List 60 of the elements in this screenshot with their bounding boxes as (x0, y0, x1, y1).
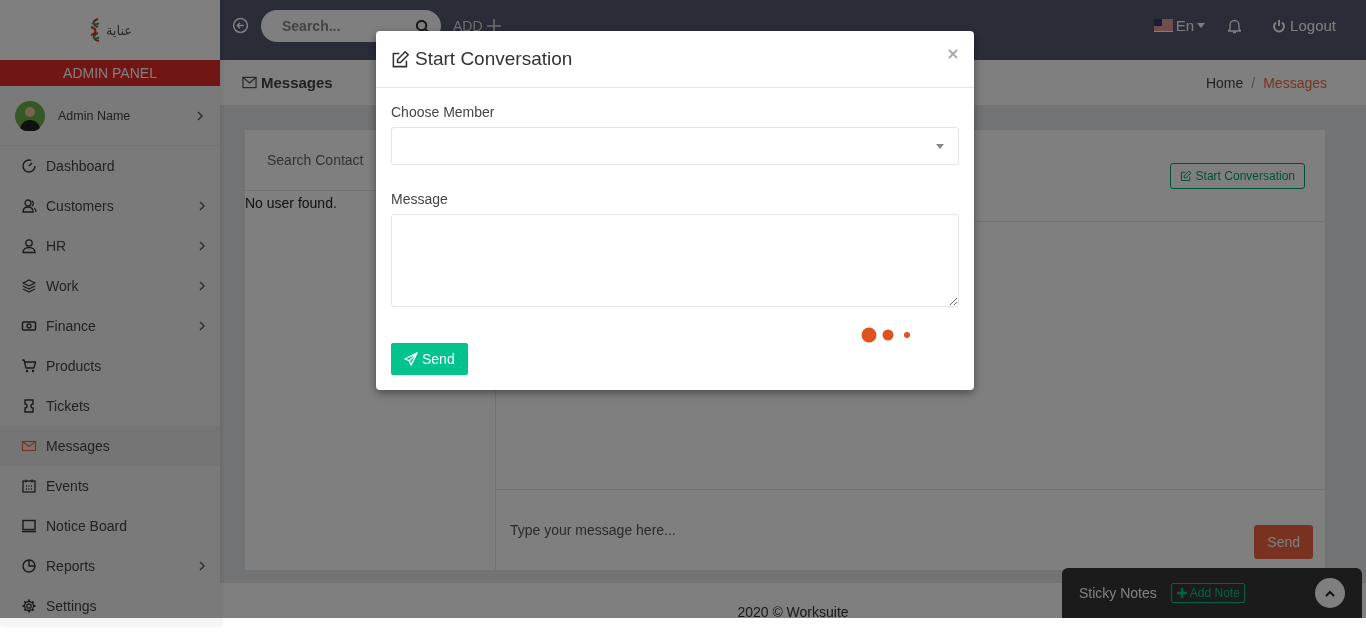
gauge-icon (21, 158, 37, 174)
sidebar-item[interactable]: Events (0, 466, 220, 506)
sticky-notes-title: Sticky Notes (1079, 585, 1157, 601)
sidebar-item[interactable]: HR (0, 226, 220, 266)
flag-icon (1153, 19, 1173, 32)
empty-message: No user found. (245, 195, 337, 211)
logout-button[interactable]: Logout (1272, 17, 1336, 34)
sidebar-item[interactable]: Customers (0, 186, 220, 226)
bell-icon[interactable] (1227, 17, 1243, 34)
sidebar-item[interactable]: Dashboard (0, 146, 220, 186)
modal-title: Start Conversation (415, 48, 573, 70)
power-icon (1272, 18, 1287, 33)
field-label: Message (391, 191, 449, 207)
add-button[interactable]: ADD (453, 17, 501, 34)
add-note-button[interactable]: Add Note (1170, 583, 1245, 603)
field-label: Choose Member (391, 104, 496, 120)
plus-icon (1175, 587, 1188, 599)
sidebar-item[interactable]: Work (0, 266, 220, 306)
envelope-icon (21, 438, 37, 454)
send-button[interactable]: Send (1254, 525, 1313, 559)
admin-panel-banner: ADMIN PANEL (0, 60, 220, 86)
search-icon (415, 18, 430, 34)
sidebar-item[interactable]: Reports (0, 546, 220, 586)
breadcrumb-link[interactable]: Messages (1263, 74, 1327, 91)
sidebar-item[interactable]: Messages (0, 426, 220, 466)
users-icon (21, 198, 37, 214)
sidebar-item[interactable]: Tickets (0, 386, 220, 426)
expand-button[interactable] (1315, 578, 1345, 608)
start-conversation-button[interactable]: Start Conversation (1169, 162, 1305, 189)
language-dropdown[interactable]: En (1153, 17, 1206, 34)
close-icon[interactable] (947, 48, 959, 60)
user-name[interactable]: Admin Name (58, 108, 183, 123)
paper-plane-icon (404, 352, 418, 366)
cart-icon (21, 358, 37, 374)
caret-icon (1197, 23, 1206, 28)
chevron-up-icon (1325, 589, 1335, 597)
sidebar-item[interactable]: Notice Board (0, 506, 220, 546)
user-icon (21, 238, 37, 254)
loading-dots-icon (861, 327, 911, 343)
page-title: Messages (261, 74, 333, 91)
footer-text: 2020 © Worksuite (737, 603, 849, 620)
pie-icon (21, 558, 37, 574)
logo-text: عناية (105, 22, 133, 38)
caret-icon (936, 143, 944, 149)
sidebar-item[interactable]: Settings (0, 586, 220, 626)
layers-icon (21, 278, 37, 294)
envelope-icon (242, 76, 257, 89)
monitor-icon (21, 518, 37, 534)
send-button[interactable]: Send (391, 343, 468, 375)
sidebar-item[interactable]: Products (0, 346, 220, 386)
money-icon (21, 318, 37, 334)
plus-icon (486, 18, 501, 33)
edit-icon (391, 49, 410, 69)
breadcrumb-separator: / (1251, 74, 1256, 91)
avatar-icon[interactable] (15, 100, 45, 131)
gear-icon (21, 598, 37, 614)
sidebar-item[interactable]: Finance (0, 306, 220, 346)
calendar-icon (21, 478, 37, 494)
edit-icon (1179, 169, 1192, 182)
breadcrumb-link[interactable]: Home (1205, 74, 1244, 91)
